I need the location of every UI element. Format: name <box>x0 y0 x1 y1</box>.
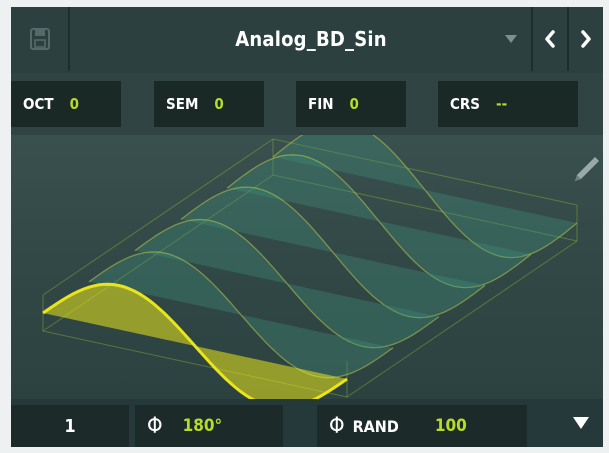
next-preset-button[interactable] <box>567 7 603 71</box>
floppy-disk-icon <box>29 28 50 50</box>
wavetable-frames <box>42 121 578 410</box>
fine-value[interactable]: 0 <box>350 95 359 113</box>
fine-param[interactable]: FIN 0 <box>296 81 406 127</box>
chevron-right-icon <box>581 30 591 48</box>
coarse-param[interactable]: CRS -- <box>438 81 578 127</box>
semitone-value[interactable]: 0 <box>214 95 223 113</box>
coarse-label: CRS <box>450 95 481 113</box>
rand-value[interactable]: 100 <box>435 416 467 436</box>
previous-preset-button[interactable] <box>531 7 567 71</box>
frame-controls: 1 Φ 180° Φ RAND 100 <box>11 399 603 447</box>
wavetable-3d-view[interactable] <box>11 121 603 410</box>
octave-label: OCT <box>23 95 54 113</box>
octave-param[interactable]: OCT 0 <box>11 81 121 127</box>
wavetable-oscillator-panel: Analog_BD_Sin OCT 0 SEM 0 FIN 0 CRS -- 1… <box>11 7 603 447</box>
pencil-icon[interactable] <box>575 157 599 181</box>
pitch-parameters: OCT 0 SEM 0 FIN 0 CRS -- <box>11 73 603 135</box>
options-menu-button[interactable] <box>559 399 603 447</box>
semitone-param[interactable]: SEM 0 <box>154 81 264 127</box>
phase-rand-icon: Φ <box>329 413 345 439</box>
wavetable-display[interactable] <box>11 121 603 410</box>
phase-field[interactable]: Φ 180° <box>135 405 283 447</box>
phase-rand-field[interactable]: Φ RAND 100 <box>317 405 527 447</box>
triangle-down-icon <box>573 417 589 429</box>
preset-dropdown-button[interactable] <box>489 7 533 71</box>
preset-header: Analog_BD_Sin <box>11 7 603 71</box>
triangle-down-icon <box>505 35 517 43</box>
phase-value[interactable]: 180° <box>183 416 223 436</box>
rand-label: RAND <box>352 416 399 436</box>
preset-name[interactable]: Analog_BD_Sin <box>151 7 471 71</box>
coarse-value[interactable]: -- <box>496 95 507 113</box>
frame-number[interactable]: 1 <box>11 416 129 437</box>
save-button[interactable] <box>11 7 70 71</box>
frame-number-field[interactable]: 1 <box>11 405 129 447</box>
semitone-label: SEM <box>166 95 199 113</box>
phase-icon: Φ <box>147 413 163 439</box>
fine-label: FIN <box>308 95 334 113</box>
chevron-left-icon <box>545 30 555 48</box>
octave-value[interactable]: 0 <box>70 95 79 113</box>
